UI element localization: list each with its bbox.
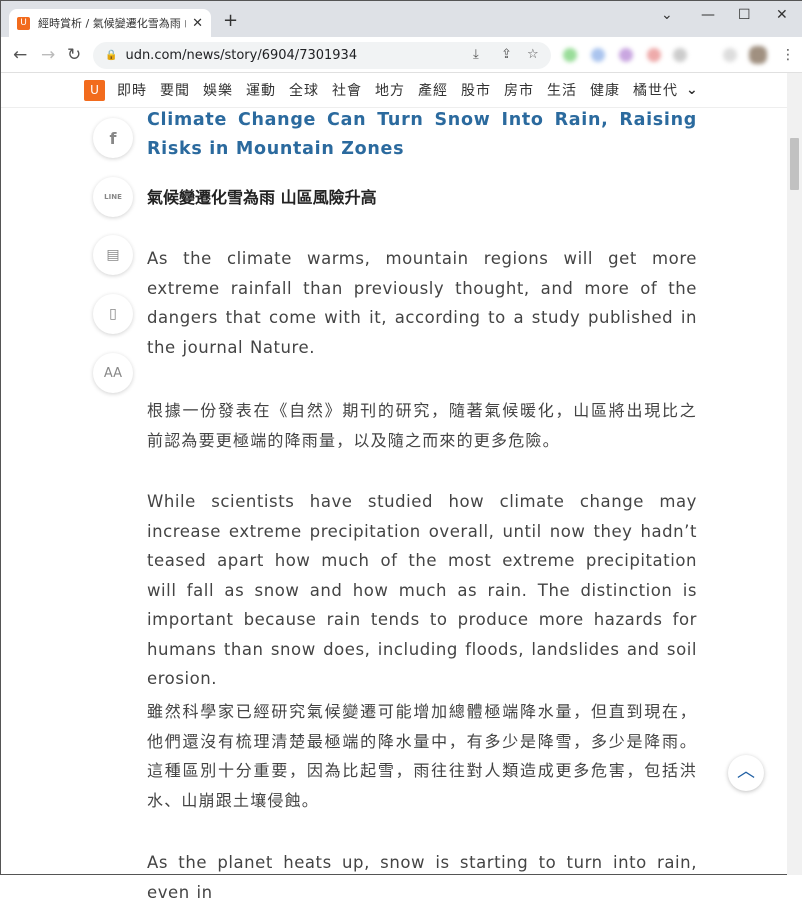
extension-icon[interactable] <box>647 48 661 62</box>
paragraph-en: As the planet heats up, snow is starting… <box>147 853 697 902</box>
bookmark-star-icon[interactable]: ☆ <box>527 47 539 62</box>
nav-item[interactable]: 即時 <box>117 80 147 100</box>
nav-item[interactable]: 產經 <box>418 80 448 100</box>
article-title-en: Climate Change Can Turn Snow Into Rain, … <box>147 110 697 159</box>
nav-item[interactable]: 運動 <box>246 80 276 100</box>
chevron-down-icon[interactable]: ⌄ <box>686 82 698 98</box>
scrollbar[interactable] <box>787 73 802 875</box>
reload-button[interactable]: ↻ <box>67 45 81 65</box>
nav-item[interactable]: 生活 <box>547 80 577 100</box>
close-window-button[interactable]: ✕ <box>776 7 788 23</box>
tab-bar: U 經時賞析 / 氣候變遷化雪為雨 山區 ✕ + ⌄ — ☐ ✕ <box>1 1 802 37</box>
nav-item[interactable]: 娛樂 <box>203 80 233 100</box>
close-tab-icon[interactable]: ✕ <box>192 16 203 31</box>
facebook-icon[interactable]: f <box>93 118 133 158</box>
address-bar[interactable]: 🔒 udn.com/news/story/6904/7301934 ⤓ ⇪ ☆ <box>93 42 551 69</box>
tab-search-icon[interactable]: ⌄ <box>661 7 673 23</box>
site-nav: U 即時 要聞 娛樂 運動 全球 社會 地方 產經 股市 房市 生活 健康 橘世… <box>1 73 787 108</box>
url-text: udn.com/news/story/6904/7301934 <box>125 48 358 63</box>
paragraph-en: As the climate warms, mountain regions w… <box>147 249 697 357</box>
nav-item[interactable]: 要聞 <box>160 80 190 100</box>
extension-icon[interactable] <box>723 48 737 62</box>
nav-item[interactable]: 地方 <box>375 80 405 100</box>
article-title-zh: 氣候變遷化雪為雨 山區風險升高 <box>147 188 377 207</box>
tab-title: 經時賞析 / 氣候變遷化雪為雨 山區 <box>38 17 186 30</box>
share-icon[interactable]: ⇪ <box>501 47 512 62</box>
font-size-icon[interactable]: AA <box>93 353 133 393</box>
minimize-button[interactable]: — <box>701 7 715 23</box>
maximize-button[interactable]: ☐ <box>738 7 751 23</box>
scrollbar-thumb[interactable] <box>790 138 799 190</box>
nav-item[interactable]: 社會 <box>332 80 362 100</box>
paragraph-en: While scientists have studied how climat… <box>147 492 697 688</box>
back-button[interactable]: ← <box>13 45 27 65</box>
nav-item[interactable]: 股市 <box>461 80 491 100</box>
site-favicon-icon: U <box>17 16 30 30</box>
nav-item[interactable]: 健康 <box>590 80 620 100</box>
lock-icon: 🔒 <box>105 50 118 61</box>
forward-button[interactable]: → <box>41 45 55 65</box>
back-to-top-button[interactable]: ︿ <box>728 755 764 791</box>
paragraph-zh: 雖然科學家已經研究氣候變遷可能增加總體極端降水量，但直到現在，他們還沒有梳理清楚… <box>147 702 697 810</box>
install-icon[interactable]: ⤓ <box>473 47 479 62</box>
new-tab-button[interactable]: + <box>223 10 238 31</box>
extension-icon[interactable] <box>619 48 633 62</box>
extension-icon[interactable] <box>591 48 605 62</box>
nav-item[interactable]: 全球 <box>289 80 319 100</box>
extension-icon[interactable] <box>563 48 577 62</box>
bookmark-icon[interactable]: ▯ <box>93 294 133 334</box>
browser-tab[interactable]: U 經時賞析 / 氣候變遷化雪為雨 山區 ✕ <box>9 9 211 37</box>
nav-item[interactable]: 房市 <box>504 80 534 100</box>
comment-icon[interactable]: ▤ <box>93 235 133 275</box>
nav-item[interactable]: 橘世代 <box>633 80 678 100</box>
extension-icon[interactable] <box>673 48 687 62</box>
line-icon[interactable]: LINE <box>93 177 133 217</box>
address-toolbar: ← → ↻ 🔒 udn.com/news/story/6904/7301934 … <box>1 37 802 73</box>
menu-icon[interactable]: ⋮ <box>781 47 795 63</box>
udn-logo[interactable]: U <box>84 79 105 101</box>
profile-avatar[interactable] <box>749 46 767 64</box>
paragraph-zh: 根據一份發表在《自然》期刊的研究，隨著氣候暖化，山區將出現比之前認為要更極端的降… <box>147 401 697 450</box>
